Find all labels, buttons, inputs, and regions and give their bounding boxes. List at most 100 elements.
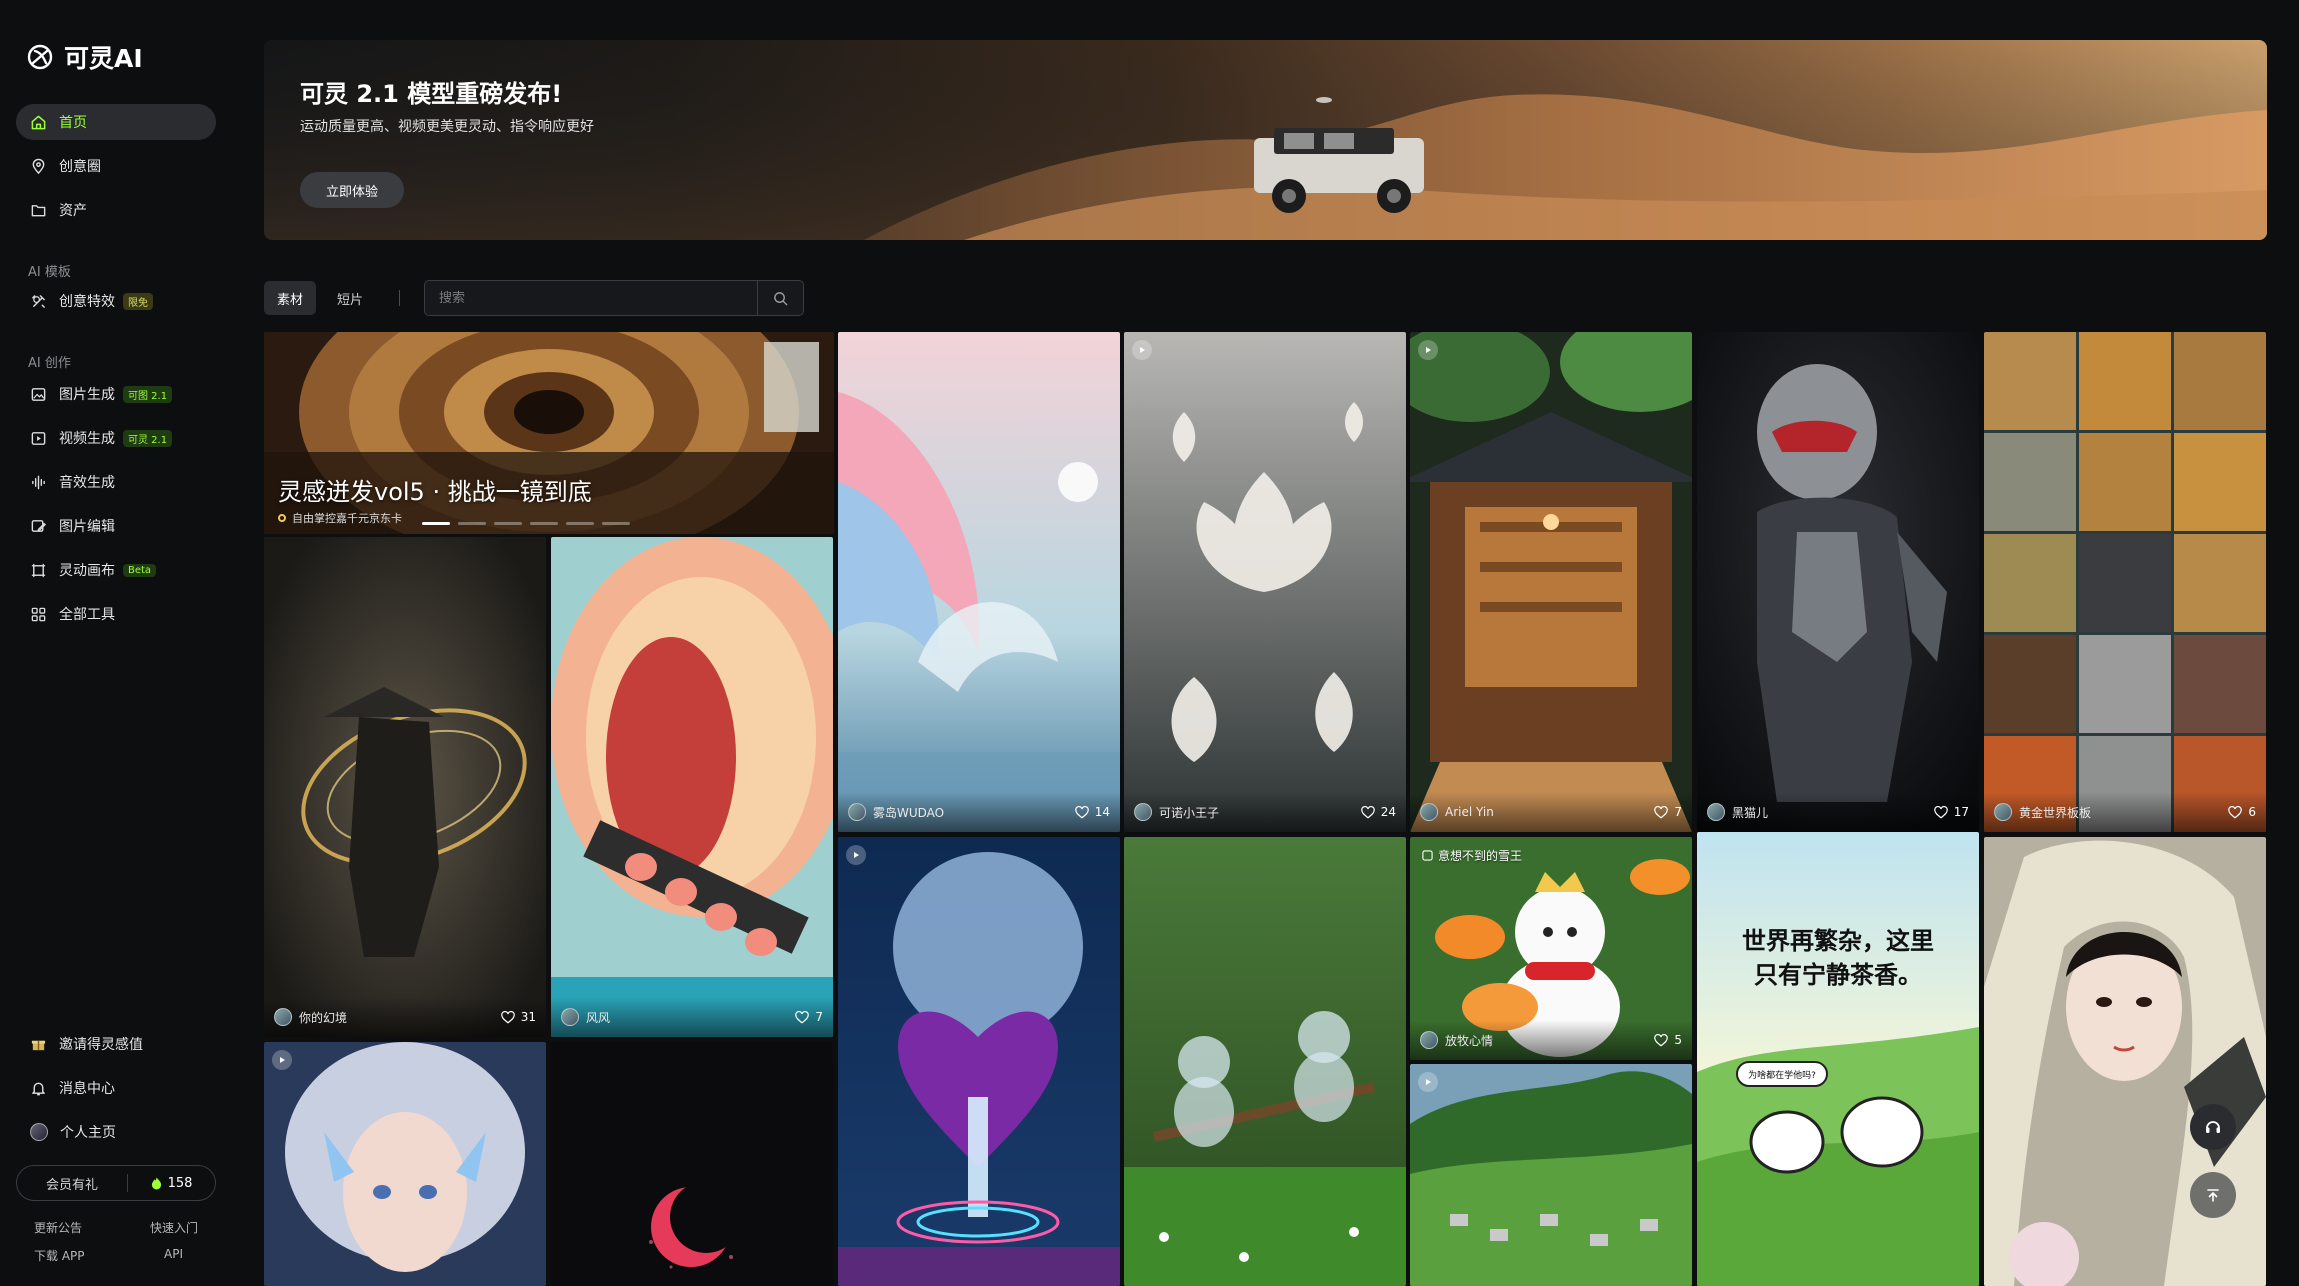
nav-image-gen[interactable]: 图片生成 可图 2.1 (16, 376, 216, 412)
carousel-dot[interactable] (566, 522, 594, 525)
card-author[interactable]: 可诺小王子 (1134, 803, 1219, 821)
nav-sound-gen[interactable]: 音效生成 (16, 464, 216, 500)
work-card[interactable]: 雾岛WUDAO 14 (838, 332, 1120, 832)
search-button[interactable] (757, 281, 803, 315)
reward-dot-icon (278, 514, 286, 522)
feature-subtitle: 自由掌控嘉千元京东卡 (278, 510, 402, 526)
nav-invite[interactable]: 邀请得灵感值 (16, 1026, 216, 1062)
warrior-image (264, 537, 546, 1037)
work-card[interactable]: 你的幻境 31 (264, 537, 546, 1037)
back-to-top-button[interactable] (2190, 1172, 2236, 1218)
like-button[interactable]: 31 (500, 1010, 536, 1024)
tab-materials[interactable]: 素材 (264, 281, 316, 315)
heart-icon (1654, 1033, 1669, 1047)
nav-messages[interactable]: 消息中心 (16, 1070, 216, 1106)
author-avatar (274, 1008, 292, 1026)
nav-video-gen[interactable]: 视频生成 可灵 2.1 (16, 420, 216, 456)
work-card[interactable]: 风风 7 (551, 537, 833, 1037)
village-image (1410, 1064, 1692, 1286)
like-button[interactable]: 5 (1654, 1033, 1682, 1047)
author-avatar (1420, 803, 1438, 821)
author-avatar (1707, 803, 1725, 821)
nav-creative-effects[interactable]: 创意特效 限免 (16, 283, 216, 319)
carousel-dot[interactable] (602, 522, 630, 525)
footer-download-link[interactable]: 下载 APP (34, 1247, 85, 1264)
work-card[interactable] (264, 1042, 546, 1286)
nav-home[interactable]: 首页 (16, 104, 216, 140)
section-ai-templates: AI 模板 (28, 265, 71, 280)
try-now-button[interactable]: 立即体验 (300, 172, 404, 208)
footer-quickstart-link[interactable]: 快速入门 (150, 1219, 198, 1236)
author-avatar (1994, 803, 2012, 821)
like-count: 24 (1380, 805, 1396, 819)
work-card[interactable] (838, 837, 1120, 1286)
nav-assets[interactable]: 资产 (16, 192, 216, 228)
like-button[interactable]: 24 (1360, 805, 1396, 819)
card-topic-tag[interactable]: 意想不到的雪王 (1422, 847, 1522, 864)
work-card[interactable]: 意想不到的雪王 放牧心情 5 (1410, 837, 1692, 1060)
work-card[interactable]: 世界再繁杂，这里 只有宁静茶香。 为啥都在学他吗? (1697, 832, 1979, 1286)
arrow-up-icon (2207, 1189, 2219, 1202)
play-icon (1426, 1079, 1431, 1085)
work-card[interactable]: Ariel Yin 7 (1410, 332, 1692, 832)
like-button[interactable]: 14 (1074, 805, 1110, 819)
tab-shorts[interactable]: 短片 (324, 281, 376, 315)
points-balance[interactable]: 158 (128, 1176, 215, 1191)
card-author[interactable]: Ariel Yin (1420, 803, 1494, 821)
member-gift-label[interactable]: 会员有礼 (17, 1174, 127, 1193)
work-card[interactable] (1124, 837, 1406, 1286)
nav-all-tools[interactable]: 全部工具 (16, 596, 216, 632)
customer-service-button[interactable] (2190, 1104, 2236, 1150)
work-card[interactable]: 黄金世界板板 6 (1984, 332, 2266, 832)
heart-icon (1654, 805, 1669, 819)
feature-title: 灵感迸发vol5 · 挑战一镜到底 (278, 478, 592, 506)
comic-caption-line1: 世界再繁杂，这里 (1742, 927, 1934, 955)
carousel-dot[interactable] (458, 522, 486, 525)
heart-icon (795, 1010, 810, 1024)
work-card[interactable] (1984, 837, 2266, 1286)
card-author[interactable]: 黑猫儿 (1707, 803, 1768, 821)
card-author[interactable]: 雾岛WUDAO (848, 803, 944, 821)
author-name: Ariel Yin (1445, 805, 1494, 819)
work-card[interactable]: 可诺小王子 24 (1124, 332, 1406, 832)
feature-card[interactable]: 灵感迸发vol5 · 挑战一镜到底 自由掌控嘉千元京东卡 (264, 332, 834, 534)
card-author[interactable]: 放牧心情 (1420, 1031, 1493, 1049)
carousel-dot[interactable] (422, 522, 450, 525)
search-input[interactable] (425, 281, 757, 315)
nav-canvas[interactable]: 灵动画布 Beta (16, 552, 216, 588)
nav-creative-circle-label: 创意圈 (59, 159, 101, 175)
nav-profile[interactable]: 个人主页 (16, 1114, 216, 1150)
app-name: 可灵AI (64, 44, 143, 73)
card-meta: 放牧心情 5 (1410, 1020, 1692, 1060)
like-button[interactable]: 6 (2228, 805, 2256, 819)
footer-notice-link[interactable]: 更新公告 (34, 1219, 82, 1236)
like-button[interactable]: 7 (1654, 805, 1682, 819)
topic-icon (1422, 850, 1433, 861)
card-author[interactable]: 风风 (561, 1008, 610, 1026)
work-card[interactable]: 黑猫儿 17 (1697, 332, 1979, 832)
member-pill[interactable]: 会员有礼 158 (16, 1165, 216, 1201)
work-card[interactable] (551, 1042, 833, 1286)
search-icon (774, 291, 788, 305)
heart-icon (1360, 805, 1375, 819)
gift-icon (31, 1040, 46, 1050)
carousel-dot[interactable] (530, 522, 558, 525)
elf-girl-image (264, 1042, 546, 1286)
nav-creative-circle[interactable]: 创意圈 (16, 148, 216, 184)
card-author[interactable]: 你的幻境 (274, 1008, 347, 1026)
nav-image-edit[interactable]: 图片编辑 (16, 508, 216, 544)
filter-divider (399, 290, 400, 306)
app-logo[interactable]: 可灵AI (24, 38, 143, 76)
like-button[interactable]: 17 (1933, 805, 1969, 819)
peach-factory-image (551, 537, 833, 1037)
footer-api-link[interactable]: API (164, 1247, 183, 1261)
author-avatar (1420, 1031, 1438, 1049)
carousel-indicator[interactable] (422, 522, 630, 525)
carousel-dot[interactable] (494, 522, 522, 525)
nav-creative-effects-label: 创意特效 (59, 294, 115, 310)
promo-banner[interactable]: 可灵 2.1 模型重磅发布! 运动质量更高、视频更美更灵动、指令响应更好 立即体… (264, 40, 2267, 240)
work-card[interactable] (1410, 1064, 1692, 1286)
like-button[interactable]: 7 (795, 1010, 823, 1024)
card-author[interactable]: 黄金世界板板 (1994, 803, 2091, 821)
flower-wave-image (838, 332, 1120, 832)
